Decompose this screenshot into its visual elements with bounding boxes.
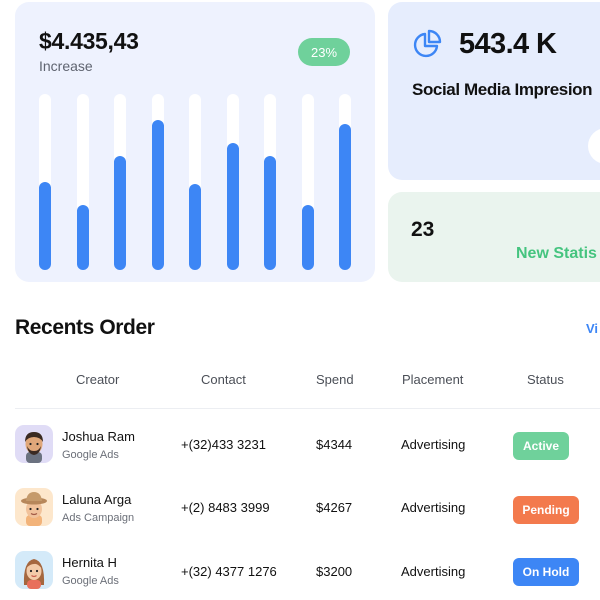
social-impressions-card[interactable]: 543.4 K Social Media Impresion <box>388 2 600 180</box>
man-avatar-icon <box>15 425 53 463</box>
bar-track <box>226 94 239 270</box>
bar-track <box>114 94 126 270</box>
creator-source: Ads Campaign <box>62 512 135 524</box>
column-header-spend[interactable]: Spend <box>316 372 354 387</box>
bar-track <box>39 94 51 270</box>
bar-track <box>264 94 276 270</box>
column-header-status[interactable]: Status <box>527 372 564 387</box>
spend-cell: $4344 <box>316 437 353 452</box>
table-row[interactable]: Hernita H Google Ads +(32) 4377 1276 $32… <box>0 540 600 600</box>
spend-cell: $4267 <box>316 500 353 515</box>
woman-avatar-icon <box>15 551 53 589</box>
section-title: Recents Order <box>15 316 155 339</box>
table-row[interactable]: Laluna Arga Ads Campaign +(2) 8483 3999 … <box>0 477 600 537</box>
placement-cell: Advertising <box>401 500 466 515</box>
bar[interactable] <box>39 182 51 270</box>
column-header-placement[interactable]: Placement <box>402 372 463 387</box>
revenue-card: $4.435,43 Increase 23% <box>15 2 375 282</box>
bar[interactable] <box>226 143 239 270</box>
placement-cell: Advertising <box>401 437 466 452</box>
bar-track <box>189 94 201 270</box>
bar-track <box>151 94 164 270</box>
impressions-details-button[interactable] <box>588 128 600 164</box>
bar-chart <box>15 2 375 282</box>
spend-cell: $3200 <box>316 564 353 579</box>
bar[interactable] <box>151 120 164 270</box>
status-badge[interactable]: Active <box>513 432 569 460</box>
bar[interactable] <box>339 124 351 270</box>
creator-name: Laluna Arga <box>62 492 132 507</box>
new-stats-card[interactable]: 23 New Statis <box>388 192 600 282</box>
impressions-label: Social Media Impresion <box>412 80 593 99</box>
placement-cell: Advertising <box>401 564 466 579</box>
bar[interactable] <box>189 184 201 270</box>
status-badge[interactable]: Pending <box>513 496 579 524</box>
impressions-value: 543.4 K <box>459 28 557 60</box>
header-divider <box>15 408 600 409</box>
contact-cell: +(2) 8483 3999 <box>181 500 270 515</box>
column-header-creator[interactable]: Creator <box>76 372 119 387</box>
contact-cell: +(32)433 3231 <box>181 437 266 452</box>
table-row[interactable]: Joshua Ram Google Ads +(32)433 3231 $434… <box>0 414 600 474</box>
bar[interactable] <box>76 205 89 270</box>
bar[interactable] <box>301 205 314 270</box>
bar-track <box>339 94 351 270</box>
creator-source: Google Ads <box>62 575 119 587</box>
pie-chart-icon <box>412 29 442 59</box>
bar[interactable] <box>264 156 276 270</box>
creator-name: Hernita H <box>62 555 117 570</box>
bar-track <box>76 94 89 270</box>
view-all-link[interactable]: Vi <box>586 321 598 336</box>
stats-label: New Statis <box>516 245 597 262</box>
contact-cell: +(32) 4377 1276 <box>181 564 277 579</box>
stats-value: 23 <box>411 218 435 241</box>
creator-name: Joshua Ram <box>62 429 135 444</box>
creator-source: Google Ads <box>62 449 119 461</box>
woman-hat-avatar-icon <box>15 488 53 526</box>
bar[interactable] <box>114 156 126 270</box>
bar-track <box>301 94 314 270</box>
column-header-contact[interactable]: Contact <box>201 372 246 387</box>
status-badge[interactable]: On Hold <box>513 558 579 586</box>
